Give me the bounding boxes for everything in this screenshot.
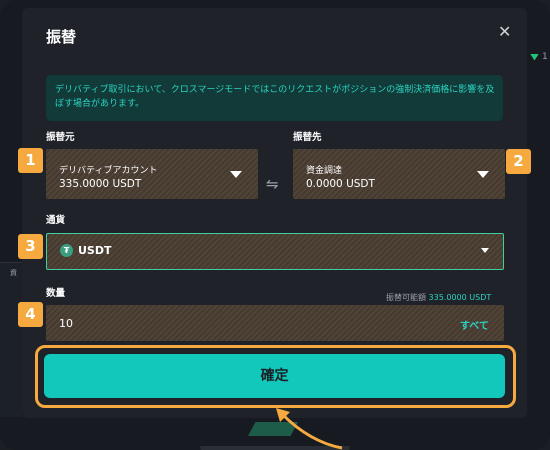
currency-select[interactable]: ₮ USDT [46, 233, 504, 270]
to-account-balance: 0.0000 USDT [306, 178, 375, 190]
amount-value: 10 [59, 317, 73, 330]
close-icon[interactable]: ✕ [498, 24, 511, 40]
to-account-name: 資金調達 [306, 166, 343, 176]
background-status-text: 1 [542, 52, 548, 62]
confirm-button[interactable]: 確定 [44, 354, 505, 398]
tether-icon: ₮ [60, 244, 73, 257]
background-tab: 資 [10, 269, 17, 277]
currency-label: 通貨 [46, 215, 66, 226]
step-badge-1: 1 [18, 148, 43, 173]
notice-banner: デリバティブ取引において、クロスマージモードではこのリクエストがポジションの強制… [46, 75, 503, 121]
step-badge-2: 2 [506, 149, 531, 174]
from-account-balance: 335.0000 USDT [59, 178, 142, 190]
background-panel [0, 262, 22, 417]
modal-title: 振替 [46, 28, 77, 46]
from-account-name: デリバティブアカウント [59, 166, 158, 176]
page-frame: 資 1 振替 ✕ デリバティブ取引において、クロスマージモードではこのリクエスト… [0, 0, 550, 450]
chevron-down-icon [481, 248, 489, 253]
chevron-down-icon [230, 171, 242, 178]
available-amount: 振替可能額 335.0000 USDT [386, 292, 491, 303]
from-account-select[interactable]: デリバティブアカウント 335.0000 USDT [46, 149, 258, 199]
to-label: 振替先 [293, 132, 322, 143]
step-badge-3: 3 [18, 234, 43, 259]
amount-label: 数量 [46, 288, 66, 299]
from-label: 振替元 [46, 132, 75, 143]
amount-input[interactable]: 10 すべて [46, 305, 504, 341]
currency-value: USDT [78, 244, 112, 257]
pointer-arrow-icon [276, 408, 343, 450]
chevron-down-icon [477, 171, 489, 178]
swap-arrows-icon[interactable]: ⇋ [266, 175, 279, 193]
all-button[interactable]: すべて [460, 317, 489, 332]
background-status: 1 [530, 52, 548, 62]
to-account-select[interactable]: 資金調達 0.0000 USDT [293, 149, 505, 199]
signal-icon [530, 53, 539, 61]
step-badge-4: 4 [18, 302, 43, 327]
available-value: 335.0000 USDT [428, 293, 492, 302]
available-label: 振替可能額 [386, 293, 426, 302]
